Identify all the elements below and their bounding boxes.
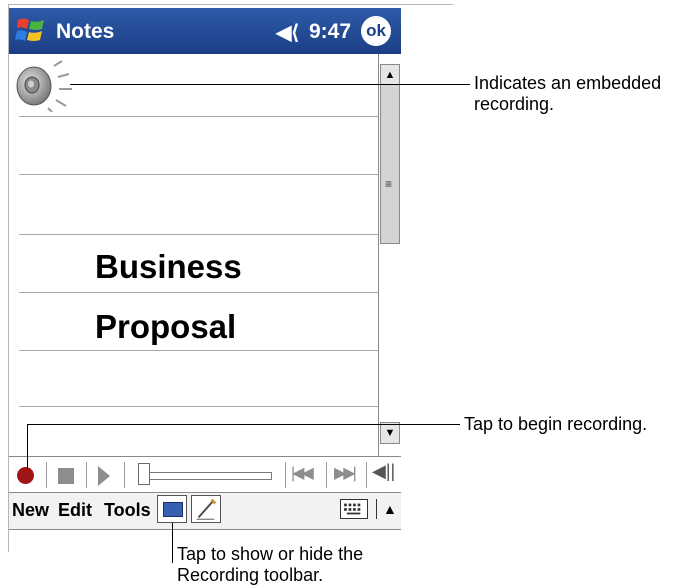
ruled-line [19,292,384,293]
pen-icon[interactable] [191,495,221,523]
embedded-recording-icon[interactable] [12,60,76,112]
ruled-line [19,234,384,235]
callout-record: Tap to begin recording. [464,414,648,434]
clock[interactable]: 9:47 [309,20,351,44]
volume-icon[interactable]: ◀|| [372,461,395,482]
skip-forward-icon[interactable]: ▶▶| [334,463,357,483]
play-icon[interactable] [98,466,110,486]
menu-new[interactable]: New [12,500,49,521]
scroll-up-button[interactable]: ▲ [380,64,400,86]
note-text-line: Business [95,248,242,285]
menu-edit[interactable]: Edit [58,500,92,521]
callout-line-record [27,424,460,425]
ruled-line [19,350,384,351]
toolbar-separator [326,462,327,488]
callout-text-line: Tap to show or hide the [177,544,364,564]
record-icon[interactable] [17,467,34,484]
callout-recording-toolbar: Tap to show or hide the Recording toolba… [177,544,363,586]
recording-toolbar-icon-graphic [163,502,183,517]
keyboard-icon[interactable] [340,499,368,519]
recording-toolbar-icon[interactable] [157,495,187,523]
callout-text-line: recording. [474,94,555,114]
playback-slider-track[interactable] [138,472,272,480]
toolbar-separator [285,462,286,488]
callout-text-line: Recording toolbar. [177,565,324,585]
ruled-line [19,174,384,175]
ruled-line [19,116,384,117]
scroll-grip-icon: ≡ [385,177,393,191]
scroll-down-button[interactable]: ▼ [380,422,400,444]
ok-button[interactable]: ok [361,16,391,46]
speaker-icon[interactable]: ◀⟨ [276,20,299,45]
note-text-line: Proposal [95,308,237,345]
callout-line-toolbar-vertical [172,523,173,563]
vertical-scrollbar[interactable]: ▲ ≡ ▼ [378,54,402,456]
device-frame-top [8,4,453,5]
ruled-line [19,406,384,407]
menu-tools[interactable]: Tools [104,500,151,521]
callout-embedded-recording: Indicates an embedded recording. [474,73,661,115]
app-title: Notes [56,20,115,43]
callout-line-embedded [70,84,470,85]
toolbar-separator [86,462,87,488]
playback-slider-thumb[interactable] [138,463,150,485]
callout-text-line: Indicates an embedded [474,73,662,93]
callout-line-record-vertical [27,424,28,469]
toolbar-separator [46,462,47,488]
input-panel-arrow-button[interactable]: ▲ [376,499,397,519]
toolbar-separator [124,462,125,488]
scroll-thumb[interactable]: ≡ [380,84,400,244]
skip-back-icon[interactable]: |◀◀ [291,463,314,483]
stop-icon[interactable] [58,468,74,484]
toolbar-separator [366,462,367,488]
windows-start-icon[interactable] [14,14,48,48]
